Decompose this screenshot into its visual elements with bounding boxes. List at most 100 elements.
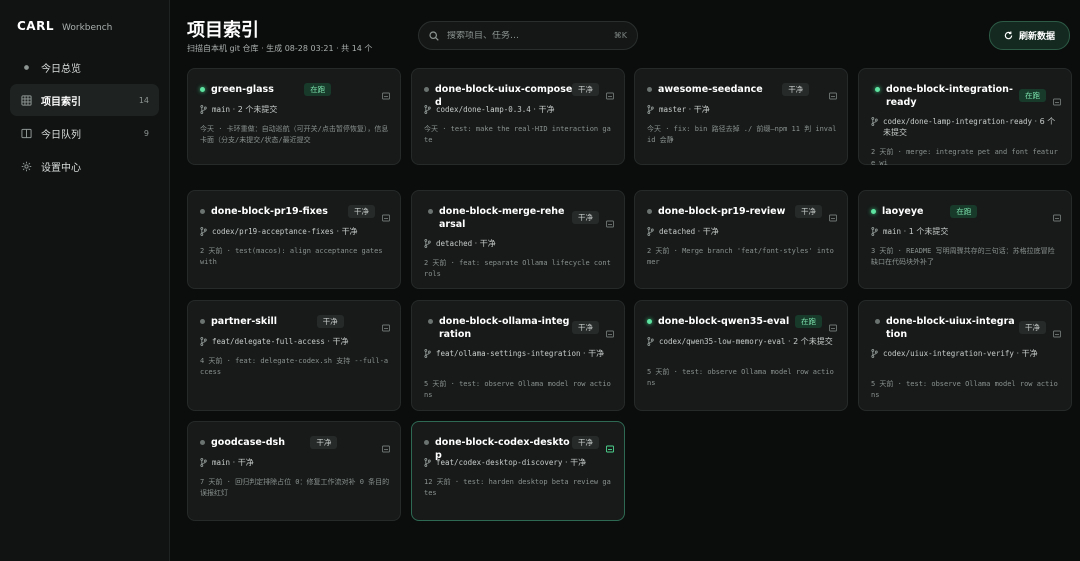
branch-row: main · 2 个未提交: [200, 104, 392, 115]
git-branch-icon: [200, 227, 207, 236]
terminal-icon[interactable]: [1053, 323, 1061, 338]
branch-info: codex/qwen35-low-memory-eval · 2 个未提交: [659, 337, 833, 346]
project-name: done-block-merge-rehearsal: [439, 206, 565, 230]
brand-sub: Workbench: [61, 23, 113, 33]
terminal-icon[interactable]: [606, 213, 614, 228]
terminal-icon[interactable]: [1053, 207, 1061, 222]
refresh-button[interactable]: 刷新数据: [989, 21, 1070, 50]
project-card[interactable]: done-block-ollama-integration 干净 feat/olla…: [411, 300, 625, 411]
last-commit: 12 天前 · test: harden desktop beta review…: [424, 478, 611, 497]
search-input[interactable]: [447, 30, 614, 41]
status-dot: [200, 319, 205, 324]
branch-info: detached · 干净: [436, 239, 496, 248]
last-commit: 5 天前 · test: observe Ollama model row ac…: [647, 368, 834, 387]
gear-icon: [20, 160, 32, 172]
uncommitted-status: 2 个未提交: [793, 337, 833, 346]
git-branch-icon: [200, 337, 207, 346]
card-header: done-block-pr19-fixes: [200, 205, 350, 218]
project-name: done-block-uiux-integration: [886, 316, 1015, 340]
status-dot: [200, 209, 205, 214]
terminal-icon[interactable]: [606, 438, 614, 453]
terminal-icon[interactable]: [382, 85, 390, 100]
project-name: green-glass: [211, 84, 274, 95]
last-commit: 2 天前 · feat: separate Ollama lifecycle c…: [424, 259, 611, 278]
status-badge: 干净: [316, 315, 344, 328]
last-commit: 2 天前 · Merge branch 'feat/font-styles' i…: [647, 247, 834, 266]
grid-icon: [20, 94, 32, 106]
status-badge: 干净: [572, 211, 599, 224]
git-branch-icon: [424, 458, 431, 467]
project-card[interactable]: done-block-pr19-fixes 干净 codex/pr19-accept…: [187, 190, 401, 289]
project-card[interactable]: done-block-merge-rehearsal 干净 detached · 干…: [411, 190, 625, 289]
project-card[interactable]: goodcase-dsh 干净 main · 干净 7 天前 · 回归判定排除占位 0…: [187, 421, 401, 521]
card-header: done-block-uiux-integration: [875, 315, 1017, 341]
status-badge: 干净: [572, 83, 599, 96]
sidebar-item-label: 设置中心: [41, 162, 81, 174]
branch-row: master · 干净: [647, 104, 839, 115]
status-dot: [875, 319, 880, 324]
terminal-icon[interactable]: [829, 317, 837, 332]
project-name: done-block-pr19-review: [658, 206, 786, 217]
status-dot: [647, 209, 652, 214]
project-name: goodcase-dsh: [211, 437, 285, 448]
git-branch-icon: [200, 458, 207, 467]
branch-info: feat/delegate-full-access · 干净: [212, 337, 349, 346]
uncommitted-status: 1 个未提交: [908, 227, 949, 236]
project-card[interactable]: laoyeye 在跑 main · 1 个未提交 3 天前 · README 写明周骤…: [858, 190, 1072, 289]
branch-info: codex/pr19-acceptance-fixes · 干净: [212, 227, 358, 236]
project-name: partner-skill: [211, 316, 278, 327]
project-card[interactable]: done-block-codex-desktop 干净 feat/codex-des…: [411, 421, 625, 521]
branch-row: main · 1 个未提交: [871, 226, 1063, 237]
status-badge: 在跑: [795, 315, 822, 328]
branch-name: feat/ollama-settings-integration: [436, 349, 581, 358]
branch-info: master · 干净: [659, 105, 710, 114]
project-card[interactable]: partner-skill 干净 feat/delegate-full-access…: [187, 300, 401, 411]
terminal-icon[interactable]: [829, 207, 837, 222]
project-card[interactable]: done-block-uiux-composed 干净 codex/done-lam…: [411, 68, 625, 165]
uncommitted-status: 干净: [479, 239, 496, 248]
project-card[interactable]: done-block-qwen35-eval 在跑 codex/qwen35-low…: [634, 300, 848, 411]
project-card[interactable]: done-block-uiux-integration 干净 codex/uiux-…: [858, 300, 1072, 411]
status-dot: [871, 209, 876, 214]
git-branch-icon: [871, 227, 878, 236]
terminal-icon[interactable]: [606, 323, 614, 338]
sidebar-item-overview[interactable]: 今日总览: [10, 51, 159, 83]
branch-name: detached: [436, 239, 473, 248]
status-dot: [424, 440, 429, 445]
sidebar-item-count: 14: [138, 95, 149, 105]
uncommitted-status: 干净: [1021, 349, 1038, 358]
terminal-icon[interactable]: [382, 317, 390, 332]
status-badge: 干净: [782, 83, 810, 96]
project-card[interactable]: done-block-pr19-review 干净 detached · 干净 2 天…: [634, 190, 848, 289]
project-name: done-block-pr19-fixes: [211, 206, 328, 217]
git-branch-icon: [424, 239, 431, 248]
terminal-icon[interactable]: [1053, 91, 1061, 106]
sidebar-item-queue[interactable]: 今日队列 9: [10, 117, 159, 149]
terminal-icon[interactable]: [382, 438, 390, 453]
branch-name: detached: [659, 227, 696, 236]
terminal-icon[interactable]: [606, 85, 614, 100]
panel-icon: [20, 127, 32, 139]
sidebar-item-project-index[interactable]: 项目索引 14: [10, 84, 159, 116]
branch-row: codex/uiux-integration-verify · 干净: [871, 348, 1063, 359]
project-card[interactable]: done-block-integration-ready 在跑 codex/done…: [858, 68, 1072, 167]
project-card[interactable]: awesome-seedance 干净 master · 干净 今天 · fix: b…: [634, 68, 848, 165]
project-card[interactable]: green-glass 在跑 main · 2 个未提交 今天 · 卡环重做：自动巡航…: [187, 68, 401, 165]
git-branch-icon: [647, 105, 654, 114]
uncommitted-status: 干净: [341, 227, 358, 236]
search-box[interactable]: ⌘K: [418, 21, 638, 50]
last-commit: 5 天前 · test: observe Ollama model row ac…: [424, 380, 611, 399]
branch-info: codex/done-lamp-integration-ready · 6 个未…: [883, 117, 1056, 137]
branch-info: main · 干净: [212, 458, 254, 467]
last-commit: 2 天前 · merge: integrate pet and font fea…: [871, 148, 1058, 167]
sidebar-item-settings[interactable]: 设置中心: [10, 150, 159, 182]
terminal-icon[interactable]: [829, 85, 837, 100]
last-commit: 今天 · 卡环重做：自动巡航（可开关/点击暂停恢复），信息卡面（分支/未提交/状…: [200, 125, 389, 144]
git-branch-icon: [647, 337, 654, 346]
status-dot: [647, 319, 652, 324]
status-badge: 干净: [310, 436, 338, 449]
terminal-icon[interactable]: [382, 207, 390, 222]
uncommitted-status: 2 个未提交: [237, 105, 278, 114]
uncommitted-status: 干净: [570, 458, 587, 467]
last-commit: 今天 · fix: bin 路径去掉 ./ 前缀—npm 11 判 invali…: [647, 125, 837, 144]
